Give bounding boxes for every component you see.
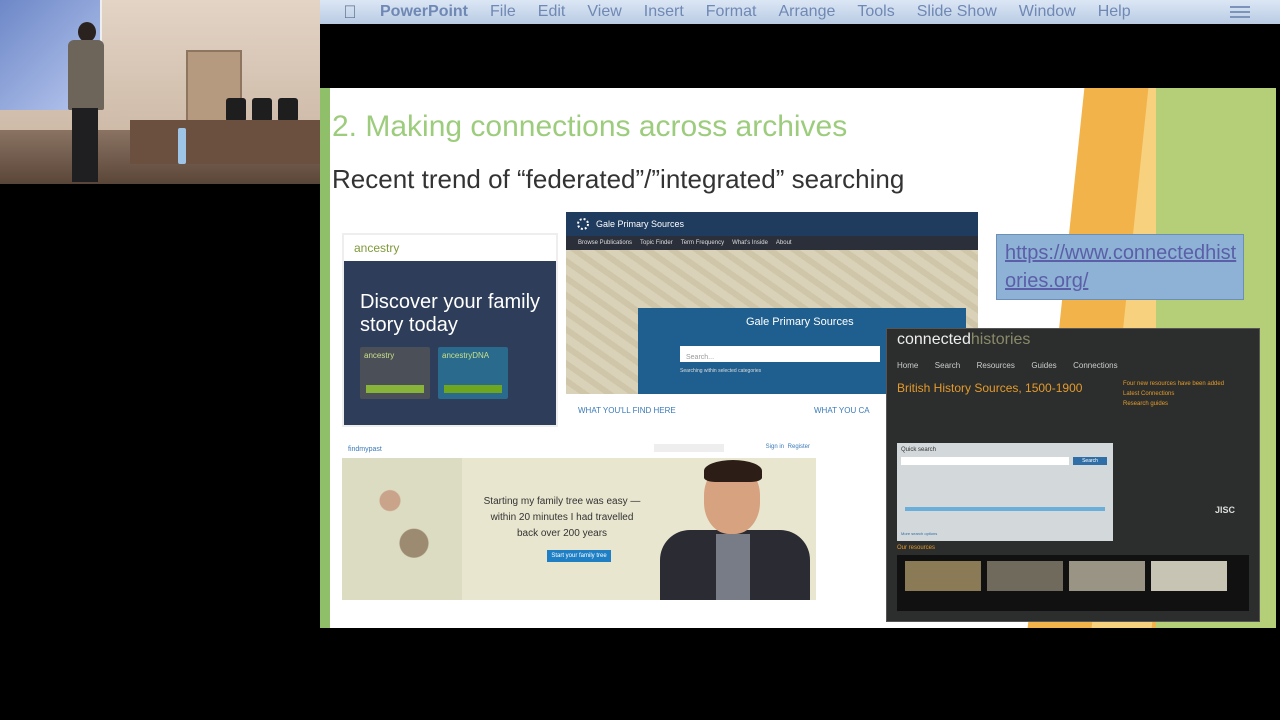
ch-nav-item: Connections — [1073, 361, 1118, 370]
gale-nav-item: What's Inside — [732, 240, 768, 246]
gale-what-heading: WHAT YOU'LL FIND HERE — [578, 406, 676, 415]
chair — [226, 98, 246, 122]
menu-app-name[interactable]: PowerPoint — [380, 3, 468, 21]
jisc-logo: JISC — [1214, 505, 1235, 515]
resource-thumbnail — [905, 561, 981, 591]
gale-search-input: Search... — [680, 346, 880, 362]
presenter-camera-feed — [0, 0, 320, 184]
resource-thumbnail — [1151, 561, 1227, 591]
ancestry-screenshot: ancestry Discover your family story toda… — [342, 233, 558, 427]
gale-header-title: Gale Primary Sources — [596, 219, 685, 229]
ch-right-heading: Four new resources have been added — [1123, 381, 1225, 387]
gale-nav-item: Topic Finder — [640, 240, 673, 246]
findmypast-screenshot: findmypast Sign in Register Starting my … — [342, 440, 816, 600]
logo-part: connected — [897, 331, 971, 348]
chair — [278, 98, 298, 122]
ch-right-heading: Research guides — [1123, 401, 1169, 407]
menu-list-icon[interactable] — [1230, 6, 1250, 18]
ch-nav: Home Search Resources Guides Connections — [897, 355, 1130, 373]
resource-thumbnail — [987, 561, 1063, 591]
mac-menu-bar:  PowerPoint File Edit View Insert Forma… — [320, 0, 1280, 24]
findmypast-quote: Starting my family tree was easy — withi… — [483, 496, 641, 539]
ancestry-card: ancestry — [360, 347, 430, 399]
slide-subtitle: Recent trend of “federated”/”integrated”… — [332, 164, 905, 194]
ch-quick-search: Quick search Search More search options — [897, 443, 1113, 541]
logo-part: histories — [970, 331, 1031, 348]
gale-nav: Browse Publications Topic Finder Term Fr… — [566, 236, 978, 250]
connected-histories-logo: connectedhistories — [897, 331, 1030, 349]
card-button — [444, 385, 502, 393]
family-photos — [342, 458, 462, 600]
menu-window[interactable]: Window — [1019, 3, 1076, 21]
url-box: https://www.connectedhistories.org/ — [996, 234, 1244, 300]
more-search-link: More search options — [901, 531, 938, 536]
apple-icon[interactable]:  — [340, 2, 360, 22]
gale-logo-icon — [577, 218, 589, 230]
resource-thumbnail — [1069, 561, 1145, 591]
gale-within-text: Searching within selected categories — [680, 368, 762, 374]
presenter — [60, 22, 110, 182]
ancestry-dna-card: ancestryDNA — [438, 347, 508, 399]
card-button — [366, 385, 424, 393]
resource-thumbnails — [897, 555, 1249, 611]
ch-nav-item: Home — [897, 361, 919, 370]
menu-help[interactable]: Help — [1098, 3, 1131, 21]
menu-slide-show[interactable]: Slide Show — [917, 3, 997, 21]
quick-search-label: Quick search — [901, 447, 937, 453]
findmypast-cta-button: Start your family tree — [547, 550, 611, 562]
connected-histories-link[interactable]: https://www.connectedhistories.org/ — [1005, 239, 1239, 295]
ch-nav-item: Search — [934, 361, 961, 370]
our-resources-heading: Our resources — [897, 545, 936, 551]
gale-box-title: Gale Primary Sources — [746, 316, 854, 328]
gale-what-heading-2: WHAT YOU CA — [814, 406, 870, 415]
sign-in-link: Sign in — [765, 444, 784, 450]
ch-right-heading: Latest Connections — [1123, 391, 1175, 397]
ch-nav-item: Guides — [1031, 361, 1057, 370]
findmypast-logo: findmypast — [348, 445, 382, 453]
gale-nav-item: About — [775, 240, 792, 246]
ch-right-column: Four new resources have been added Lates… — [1123, 381, 1253, 411]
gale-nav-item: Term Frequency — [680, 240, 725, 246]
ch-hero-title: British History Sources, 1500-1900 — [897, 381, 1083, 395]
menu-arrange[interactable]: Arrange — [778, 3, 835, 21]
quick-search-button: Search — [1073, 457, 1107, 465]
quick-search-input — [901, 457, 1069, 465]
card-title: ancestry — [364, 351, 395, 360]
menu-file[interactable]: File — [490, 3, 516, 21]
menu-edit[interactable]: Edit — [538, 3, 566, 21]
water-bottle — [178, 128, 186, 164]
desk — [130, 120, 320, 164]
findmypast-hero: Starting my family tree was easy — withi… — [342, 458, 816, 600]
slide-title: 2. Making connections across archives — [332, 110, 848, 143]
date-range-slider — [905, 507, 1105, 511]
trustpilot-rating — [654, 444, 724, 452]
gale-nav-item: Browse Publications — [578, 240, 633, 246]
slide-accent-bar — [320, 88, 330, 628]
menu-view[interactable]: View — [587, 3, 621, 21]
chair — [252, 98, 272, 122]
presentation-slide: 2. Making connections across archives Re… — [320, 88, 1276, 628]
register-link: Register — [787, 444, 810, 450]
menu-insert[interactable]: Insert — [644, 3, 684, 21]
connected-histories-screenshot: connectedhistories Home Search Resources… — [886, 328, 1260, 622]
gale-search-placeholder: Search... — [686, 354, 715, 361]
smiling-man-photo — [660, 458, 810, 600]
menu-tools[interactable]: Tools — [857, 3, 894, 21]
ancestry-tagline: Discover your family story today — [360, 291, 541, 336]
ch-nav-item: Resources — [976, 361, 1015, 370]
card-title: ancestryDNA — [442, 351, 490, 360]
ancestry-logo: ancestry — [354, 241, 400, 255]
menu-format[interactable]: Format — [706, 3, 757, 21]
